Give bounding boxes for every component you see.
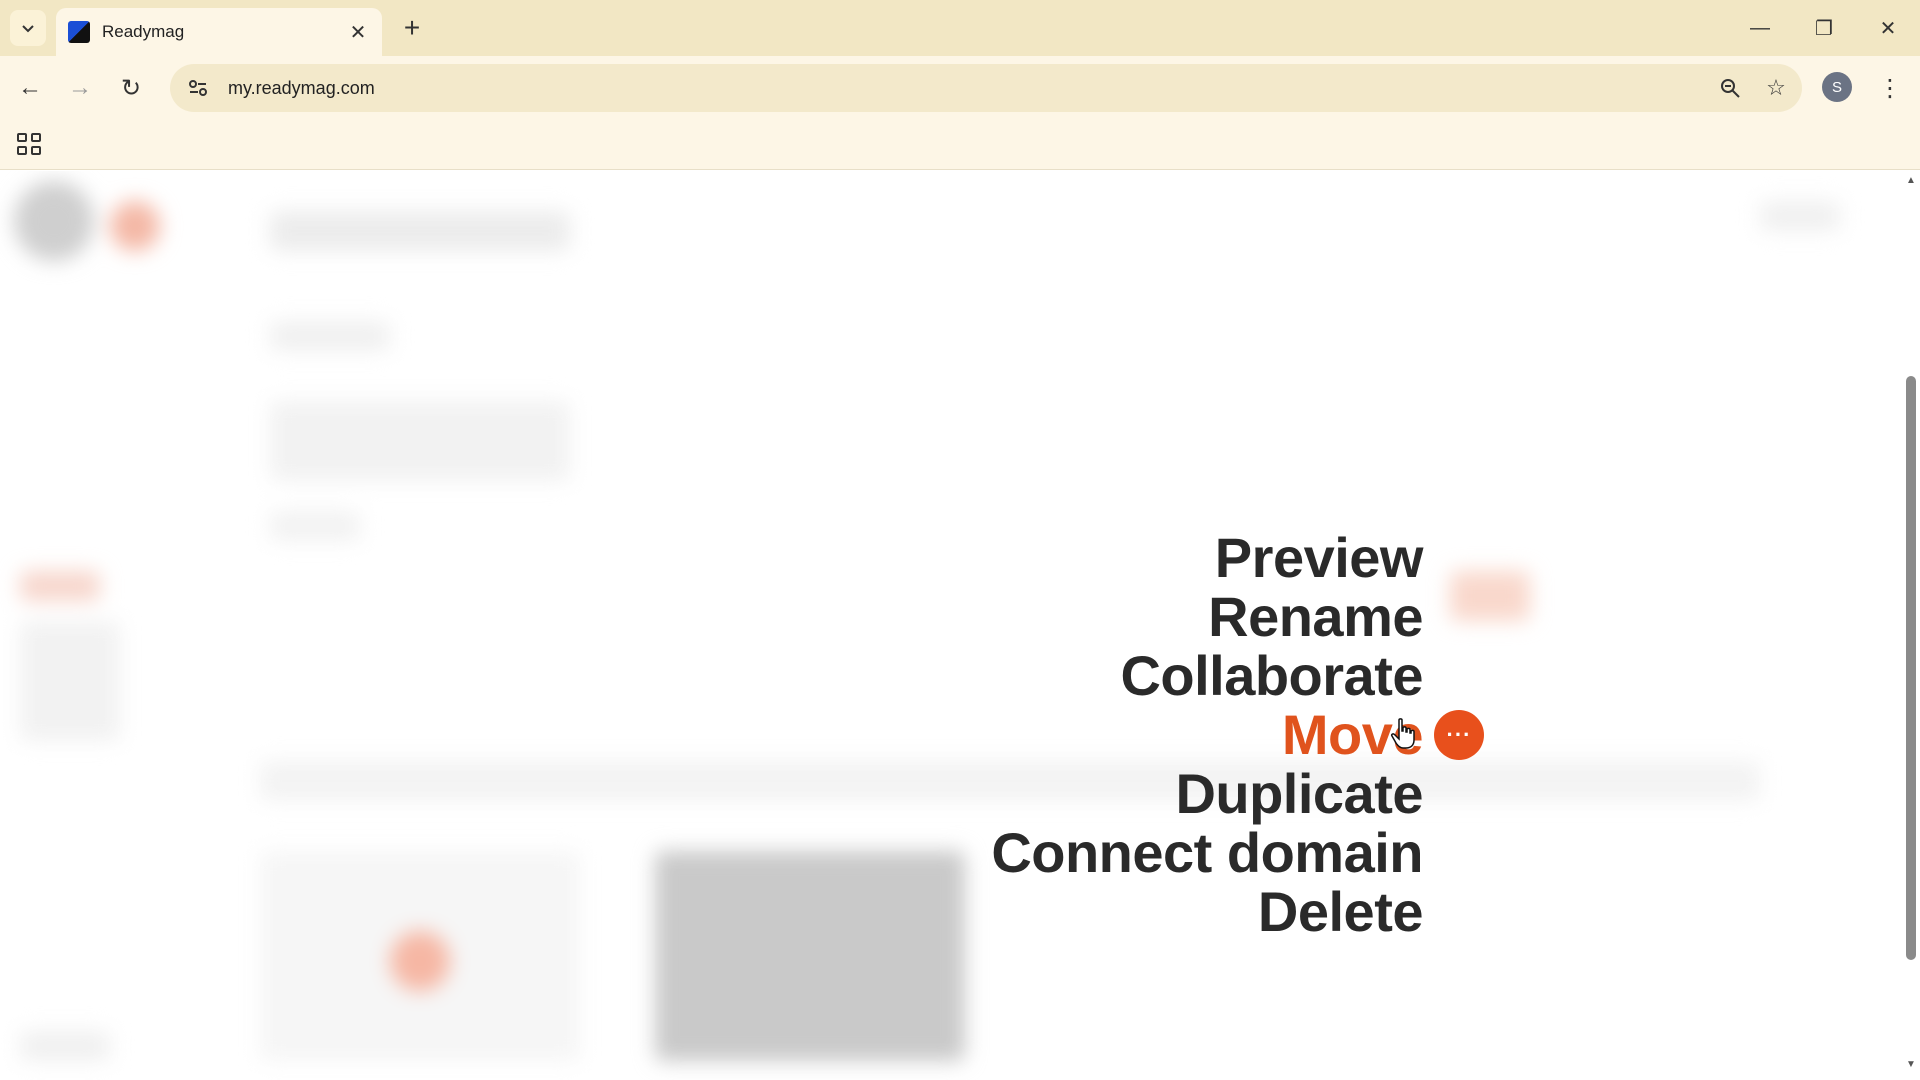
browser-tab[interactable]: Readymag ✕ [56, 8, 382, 56]
bookmark-star-icon[interactable]: ☆ [1756, 68, 1796, 108]
menu-item-delete[interactable]: Delete [991, 882, 1424, 941]
menu-item-move[interactable]: Move [991, 705, 1424, 764]
browser-toolbar: ← → ↻ my.readymag.com ☆ S ⋮ [0, 56, 1920, 120]
menu-item-duplicate[interactable]: Duplicate [991, 764, 1423, 823]
browser-menu-icon[interactable]: ⋮ [1872, 68, 1908, 108]
restore-icon[interactable]: ❐ [1792, 0, 1856, 56]
profile-avatar[interactable]: S [1822, 72, 1852, 102]
window-controls: — ❐ ✕ [1728, 0, 1920, 56]
hand-cursor-icon [1391, 718, 1415, 749]
menu-item-collaborate[interactable]: Collaborate [991, 646, 1423, 705]
menu-item-connect-domain[interactable]: Connect domain [991, 823, 1423, 882]
close-tab-icon[interactable]: ✕ [346, 20, 370, 44]
address-bar[interactable]: my.readymag.com ☆ [170, 64, 1802, 112]
menu-item-preview[interactable]: Preview [991, 528, 1424, 587]
page-content [0, 171, 1902, 1080]
tab-title: Readymag [102, 22, 185, 41]
blurred-backdrop [0, 171, 1902, 1080]
close-window-icon[interactable]: ✕ [1856, 0, 1920, 56]
new-tab-button[interactable]: + [396, 12, 428, 44]
readymag-favicon-icon [68, 21, 90, 43]
scroll-up-icon[interactable]: ▲ [1906, 175, 1916, 186]
forward-arrow-icon[interactable]: → [60, 68, 100, 108]
tab-search-button[interactable] [10, 10, 46, 46]
tab-strip: Readymag ✕ + — ❐ ✕ [0, 0, 1920, 56]
project-actions-menu: Preview Rename Collaborate Move Duplicat… [991, 528, 1423, 941]
reload-icon[interactable]: ↻ [111, 68, 151, 108]
page-scrollbar[interactable]: ▲ ▼ [1902, 171, 1920, 1080]
zoom-icon[interactable] [1710, 68, 1750, 108]
more-options-button[interactable]: ··· [1434, 710, 1484, 760]
back-arrow-icon[interactable]: ← [10, 68, 50, 108]
site-settings-icon[interactable] [178, 68, 218, 108]
scroll-thumb[interactable] [1906, 376, 1916, 960]
chevron-down-icon [22, 25, 34, 33]
more-dots-icon: ··· [1446, 722, 1472, 747]
minimize-icon[interactable]: — [1728, 0, 1792, 56]
scroll-down-icon[interactable]: ▼ [1906, 1059, 1916, 1070]
menu-item-rename[interactable]: Rename [991, 587, 1423, 646]
url-text[interactable]: my.readymag.com [228, 78, 1710, 99]
bookmarks-bar [0, 120, 1920, 170]
apps-grid-icon[interactable] [14, 130, 42, 158]
